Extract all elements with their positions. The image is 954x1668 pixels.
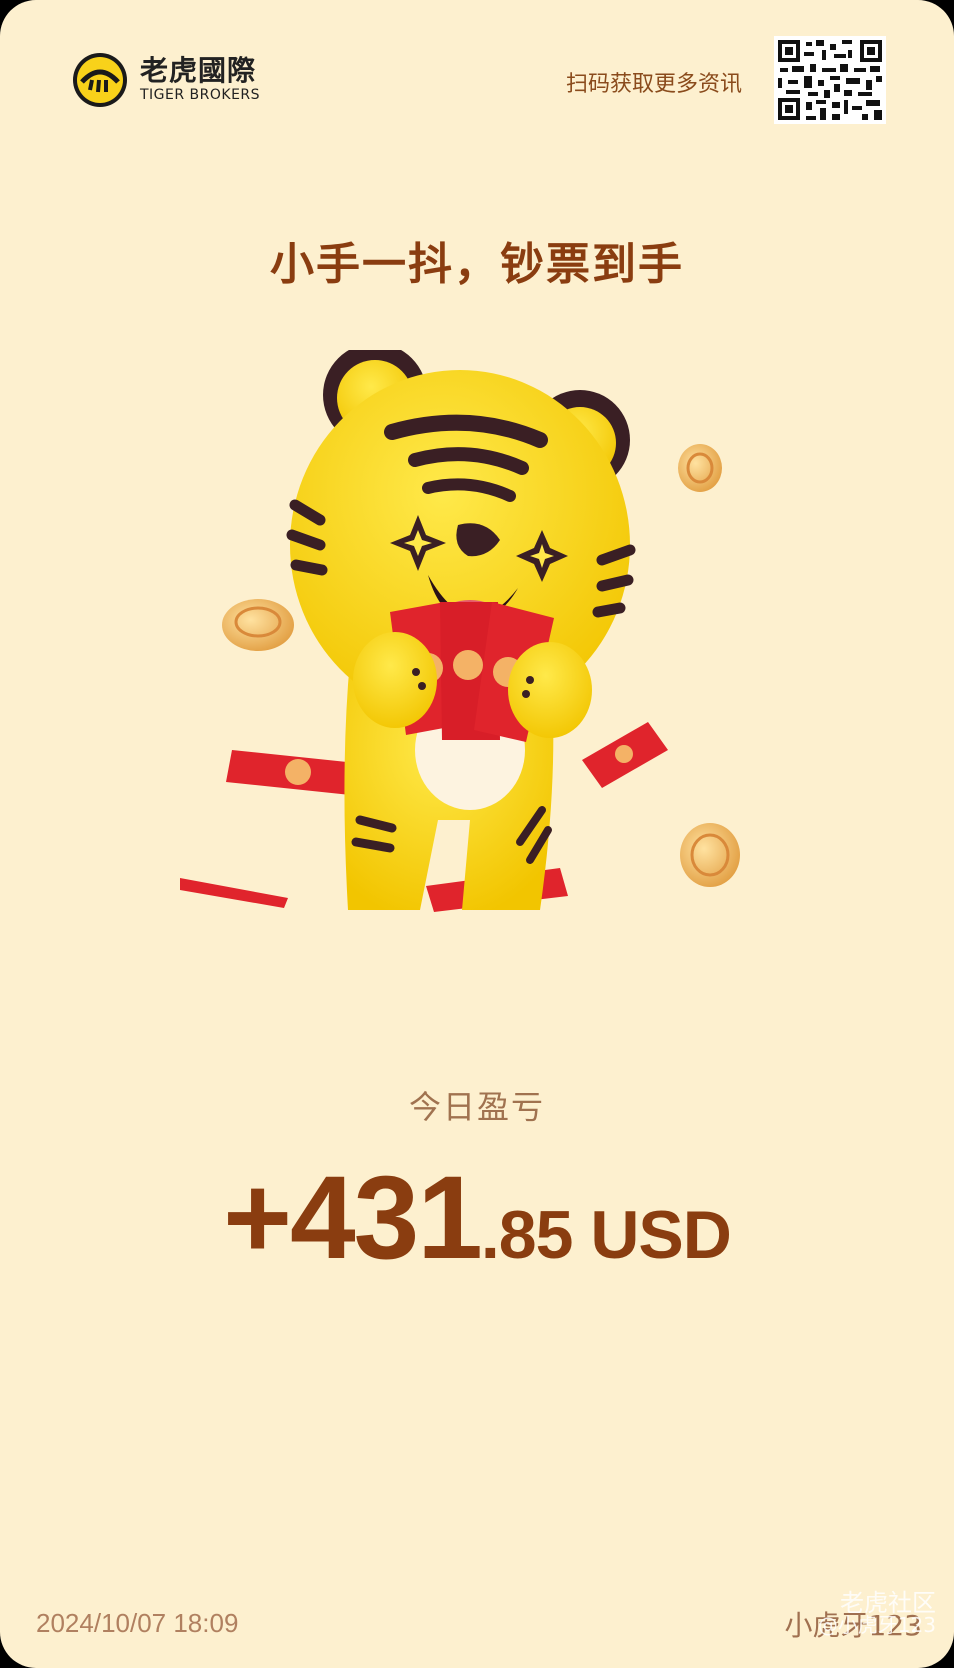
- slogan-title: 小手一抖，钞票到手: [270, 239, 684, 290]
- pnl-currency: USD: [590, 1197, 732, 1273]
- watermark-handle: @小虎牙123: [817, 1613, 936, 1637]
- tiger-logo-icon: [73, 53, 127, 107]
- red-envelope-icon: [582, 722, 668, 788]
- gold-coin-icon: [678, 444, 722, 492]
- gold-coin-icon: [680, 823, 740, 887]
- qr-code[interactable]: [774, 36, 886, 124]
- pnl-decimal: .85: [480, 1197, 574, 1273]
- timestamp: 2024/10/07 18:09: [36, 1608, 239, 1638]
- red-envelope-icon: [180, 878, 288, 908]
- scan-for-info-text: 扫码获取更多资讯: [565, 72, 742, 97]
- gold-coin-icon: [222, 599, 294, 651]
- watermark-community: 老虎社区: [840, 1589, 936, 1617]
- community-watermark: 老虎社区 @小虎牙123: [817, 1589, 936, 1637]
- pnl-amount: +431.85 USD: [0, 1150, 954, 1286]
- tiger-mascot-illustration: [180, 350, 740, 912]
- brand-name-en: TIGER BROKERS: [140, 87, 261, 103]
- brand-name-cn: 老虎國際: [140, 54, 257, 87]
- pnl-integer: +431: [223, 1152, 483, 1284]
- share-card: 老虎國際 TIGER BROKERS 扫码获取更多资讯 小手一抖，钞票到手 今日…: [0, 0, 954, 1668]
- pnl-label: 今日盈亏: [408, 1088, 545, 1126]
- tiger-brokers-logo: 老虎國際 TIGER BROKERS: [72, 52, 260, 108]
